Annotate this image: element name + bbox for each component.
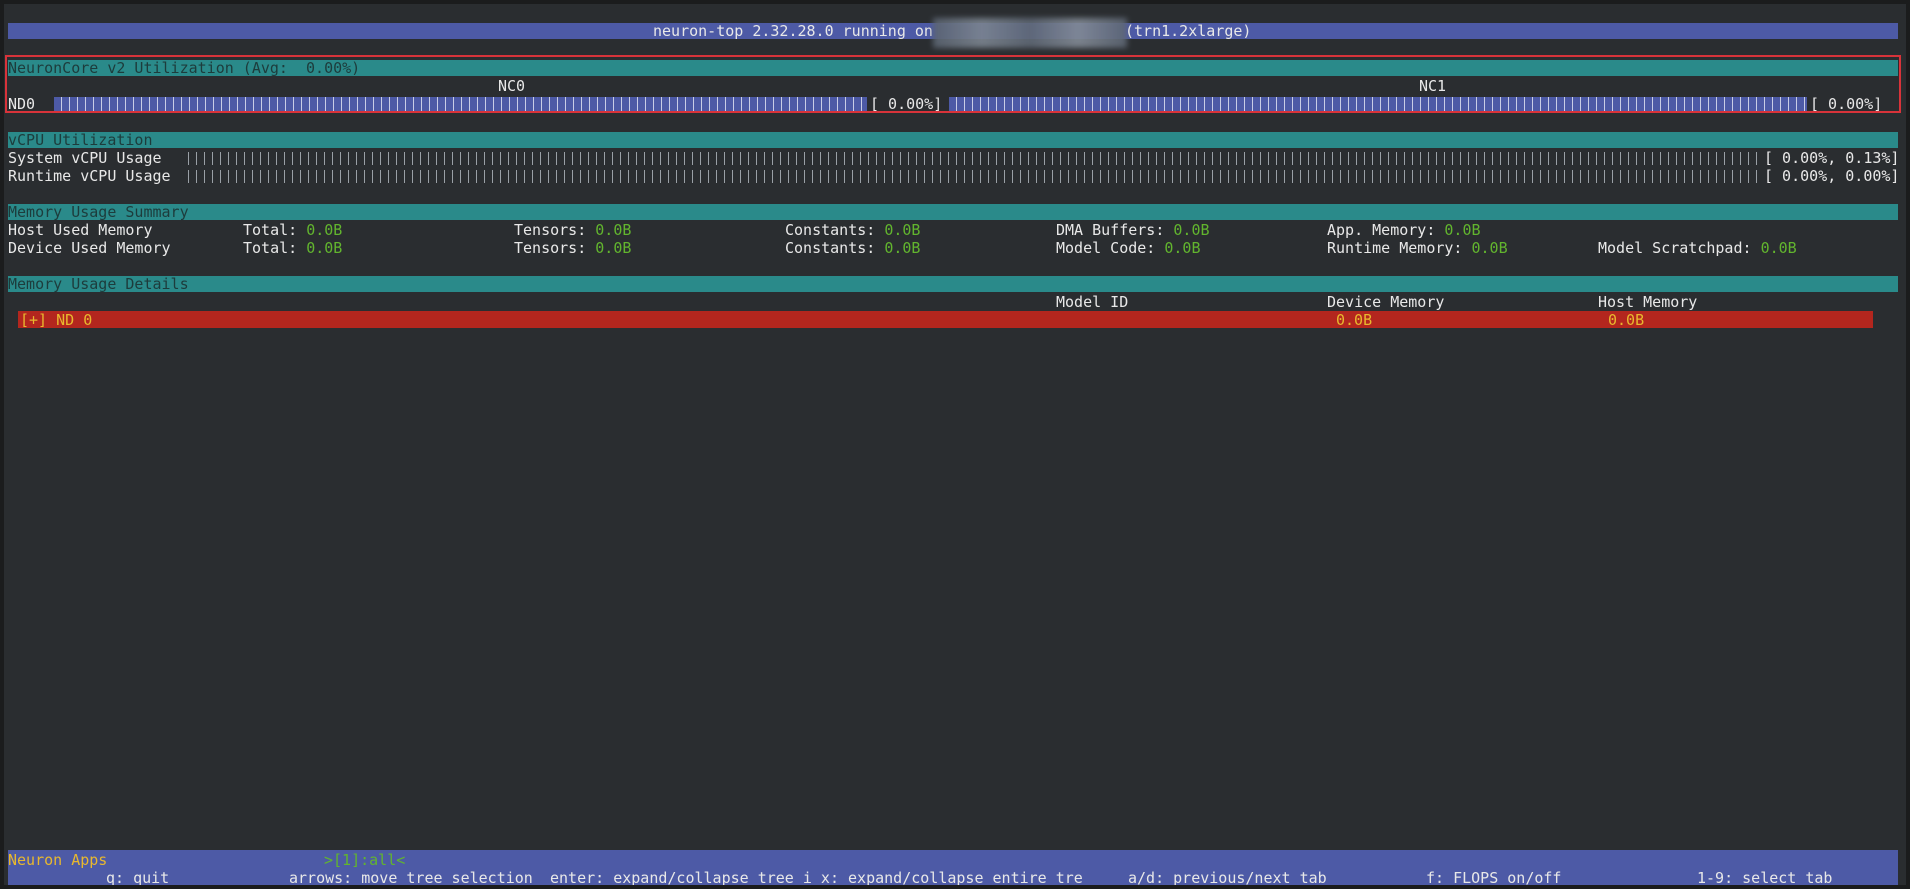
key-flops-toggle: f: FLOPS on/off [1426, 869, 1562, 885]
tree-row-nd0-device-memory: 0.0B [1336, 311, 1373, 329]
instance-type: (trn1.2xlarge) [1125, 22, 1252, 40]
key-move-selection: arrows: move tree selection [289, 869, 533, 885]
device-model-scratchpad: Model Scratchpad: 0.0B [1598, 239, 1797, 257]
device-model-code: Model Code: 0.0B [1056, 239, 1201, 257]
device-total: Total: 0.0B [243, 239, 343, 257]
host-tensors: Tensors: 0.0B [514, 221, 632, 239]
vcpu-header: vCPU Utilization [8, 131, 153, 149]
memory-summary-header-bar [8, 204, 1898, 220]
runtime-vcpu-label: Runtime vCPU Usage [8, 167, 171, 185]
runtime-vcpu-value: [ 0.00%, 0.00%] [1764, 167, 1900, 185]
device-memory-label: Device Used Memory [8, 239, 171, 257]
redacted-hostname [933, 18, 1127, 48]
host-app-memory: App. Memory: 0.0B [1327, 221, 1481, 239]
system-vcpu-value: [ 0.00%, 0.13%] [1764, 149, 1900, 167]
tree-row-nd0-label[interactable]: [+] ND 0 [20, 311, 92, 329]
host-total: Total: 0.0B [243, 221, 343, 239]
system-vcpu-label: System vCPU Usage [8, 149, 162, 167]
column-host-memory: Host Memory [1598, 293, 1698, 311]
memory-details-header: Memory Usage Details [8, 275, 189, 293]
key-quit: q: quit [106, 869, 170, 885]
memory-details-header-bar [8, 276, 1898, 292]
neuron-apps-label: Neuron Apps [8, 851, 108, 869]
tree-row-nd0[interactable] [18, 311, 1873, 328]
host-memory-label: Host Used Memory [8, 221, 153, 239]
system-vcpu-bar [181, 152, 1761, 165]
tab-all[interactable]: >[1]:all< [324, 851, 405, 869]
vcpu-header-bar [8, 132, 1898, 148]
tree-row-nd0-host-memory: 0.0B [1608, 311, 1645, 329]
device-runtime-memory: Runtime Memory: 0.0B [1327, 239, 1508, 257]
title-text: neuron-top 2.32.28.0 running on [653, 22, 933, 40]
host-dma-buffers: DMA Buffers: 0.0B [1056, 221, 1210, 239]
memory-summary-header: Memory Usage Summary [8, 203, 189, 221]
key-expand-collapse: enter: expand/collapse tree i x: expand/… [550, 869, 1083, 885]
device-tensors: Tensors: 0.0B [514, 239, 632, 257]
column-device-memory: Device Memory [1327, 293, 1445, 311]
terminal-window: neuron-top 2.32.28.0 running on (trn1.2x… [4, 4, 1906, 885]
highlight-box [5, 55, 1901, 113]
device-constants: Constants: 0.0B [785, 239, 921, 257]
key-select-tab: 1-9: select tab [1697, 869, 1833, 885]
host-constants: Constants: 0.0B [785, 221, 921, 239]
column-model-id: Model ID [1056, 293, 1129, 311]
runtime-vcpu-bar [181, 170, 1761, 183]
key-tab-switch: a/d: previous/next tab [1128, 869, 1327, 885]
